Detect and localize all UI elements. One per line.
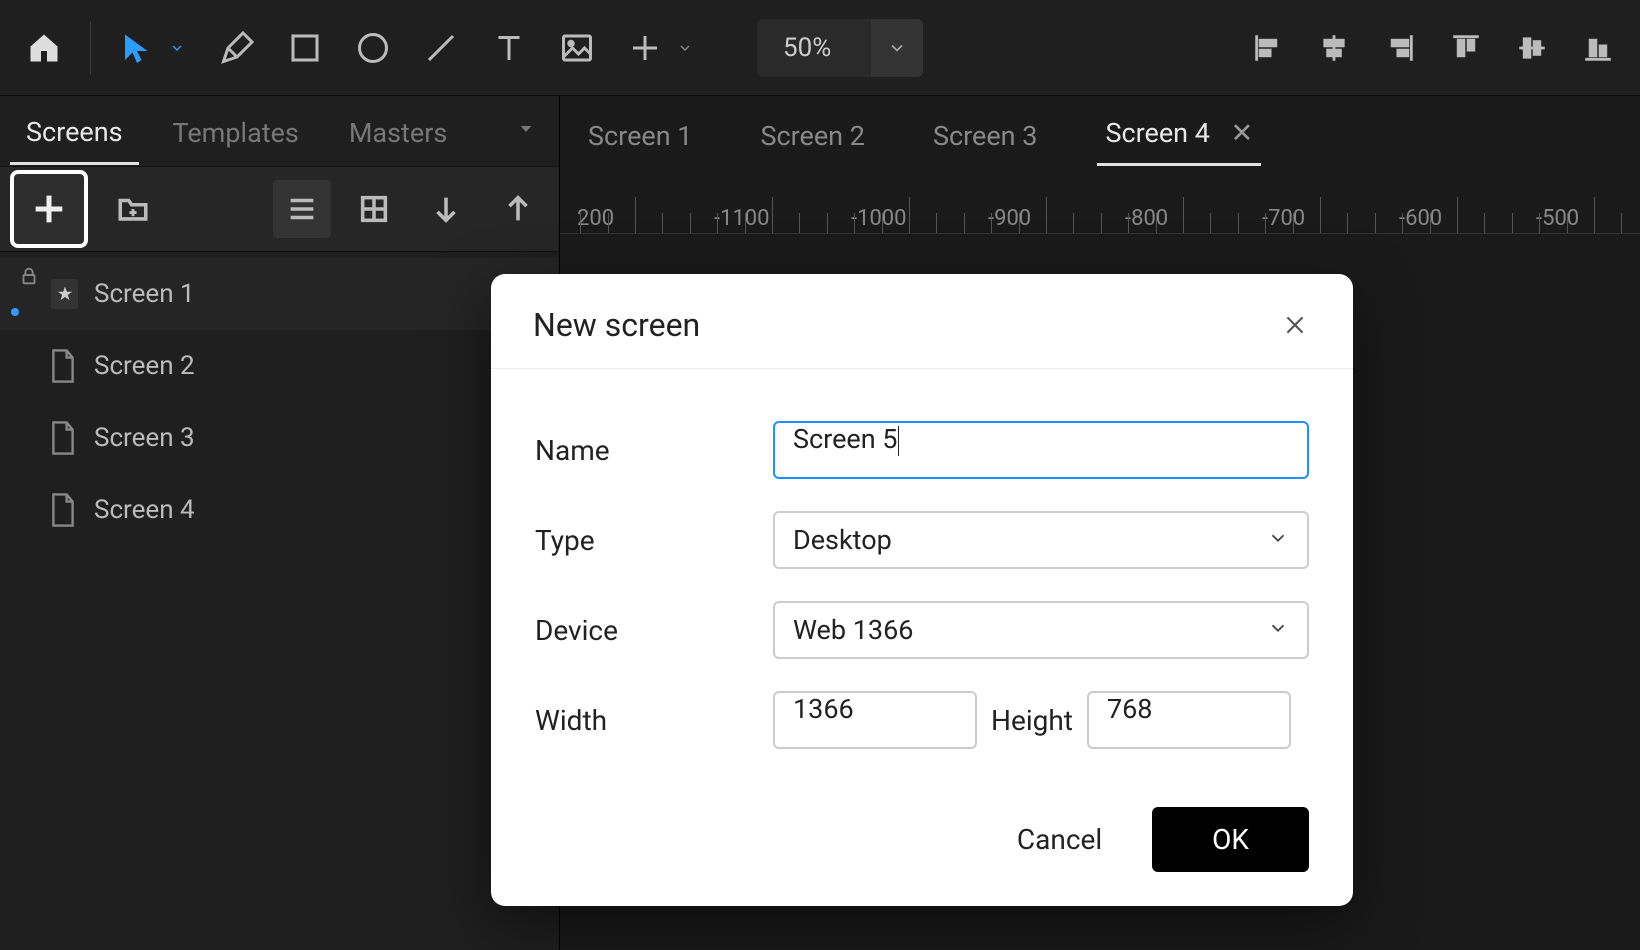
ruler-label: -600: [1399, 206, 1442, 231]
screen-name: Screen 3: [94, 423, 195, 453]
ruler-label: -800: [1125, 206, 1168, 231]
type-label: Type: [535, 524, 773, 557]
document-icon: [48, 348, 78, 384]
line-tool[interactable]: [409, 16, 473, 80]
height-input[interactable]: 768: [1087, 691, 1291, 749]
sort-down-button[interactable]: [417, 180, 475, 238]
width-input[interactable]: 1366: [773, 691, 977, 749]
height-label: Height: [991, 704, 1073, 737]
document-icon: [48, 492, 78, 528]
home-button[interactable]: [12, 16, 76, 80]
canvas-tab[interactable]: Screen 1: [580, 106, 700, 166]
ellipse-tool[interactable]: [341, 16, 405, 80]
align-bottom-button[interactable]: [1568, 18, 1628, 78]
ruler-label: -500: [1536, 206, 1579, 231]
top-toolbar: 50%: [0, 0, 1640, 96]
dialog-close-button[interactable]: [1279, 309, 1311, 341]
align-left-button[interactable]: [1238, 18, 1298, 78]
pen-tool[interactable]: [205, 16, 269, 80]
sidebar-tabs-dropdown[interactable]: [517, 120, 549, 142]
dialog-title: New screen: [533, 306, 700, 344]
screen-name: Screen 2: [94, 351, 195, 381]
text-tool[interactable]: [477, 16, 541, 80]
screen-item[interactable]: Screen 3: [0, 402, 559, 474]
align-group: [1238, 18, 1628, 78]
add-screen-button[interactable]: [10, 170, 88, 248]
add-tool-dropdown[interactable]: [677, 40, 693, 56]
device-select[interactable]: Web 1366: [773, 601, 1309, 659]
screen-name: Screen 1: [94, 279, 195, 309]
close-tab-icon[interactable]: ✕: [1231, 117, 1254, 149]
list-view-button[interactable]: [273, 180, 331, 238]
document-icon: [48, 420, 78, 456]
ruler-label: -700: [1262, 206, 1305, 231]
zoom-control[interactable]: 50%: [757, 19, 923, 77]
add-tool[interactable]: [613, 16, 677, 80]
align-center-h-button[interactable]: [1304, 18, 1364, 78]
ruler: 200-1100-1000-900-800-700-600-500: [560, 166, 1640, 234]
sort-up-button[interactable]: [489, 180, 547, 238]
ruler-label: -1100: [714, 206, 770, 231]
grid-view-button[interactable]: [345, 180, 403, 238]
screen-item[interactable]: Screen 2: [0, 330, 559, 402]
zoom-dropdown[interactable]: [871, 19, 923, 77]
rectangle-tool[interactable]: [273, 16, 337, 80]
name-input[interactable]: Screen 5: [773, 421, 1309, 479]
add-folder-button[interactable]: [104, 180, 162, 238]
chevron-down-icon: [1267, 524, 1289, 556]
width-label: Width: [535, 704, 773, 737]
sidebar: Screens Templates Masters: [0, 96, 560, 950]
screens-list: Screen 1 Screen 2 Screen 3 Screen 4: [0, 252, 559, 546]
screen-item[interactable]: Screen 1: [0, 258, 559, 330]
sidebar-tab-screens[interactable]: Screens: [10, 98, 139, 165]
ruler-label: -1000: [851, 206, 907, 231]
align-right-button[interactable]: [1370, 18, 1430, 78]
align-top-button[interactable]: [1436, 18, 1496, 78]
select-tool-dropdown[interactable]: [169, 40, 185, 56]
star-icon[interactable]: [51, 279, 78, 309]
canvas-tab[interactable]: Screen 2: [752, 106, 872, 166]
zoom-value[interactable]: 50%: [757, 33, 871, 63]
type-select[interactable]: Desktop: [773, 511, 1309, 569]
new-screen-dialog: New screen Name Screen 5 Type Desktop De…: [491, 274, 1353, 906]
cancel-button[interactable]: Cancel: [989, 809, 1130, 870]
device-label: Device: [535, 614, 773, 647]
chevron-down-icon: [1267, 614, 1289, 646]
canvas-tab[interactable]: Screen 4 ✕: [1097, 103, 1261, 166]
screen-item[interactable]: Screen 4: [0, 474, 559, 546]
sidebar-toolbar: [0, 166, 559, 252]
sidebar-tab-masters[interactable]: Masters: [333, 99, 463, 163]
align-center-v-button[interactable]: [1502, 18, 1562, 78]
sidebar-tabs: Screens Templates Masters: [0, 96, 559, 166]
toolbar-divider: [90, 21, 91, 75]
lock-icon: [18, 264, 45, 324]
canvas-tab[interactable]: Screen 3: [925, 106, 1045, 166]
image-tool[interactable]: [545, 16, 609, 80]
ok-button[interactable]: OK: [1152, 807, 1309, 872]
screen-name: Screen 4: [94, 495, 195, 525]
name-label: Name: [535, 434, 773, 467]
ruler-label: -900: [988, 206, 1031, 231]
sidebar-tab-templates[interactable]: Templates: [157, 99, 315, 163]
select-tool[interactable]: [105, 16, 169, 80]
canvas-tabs: Screen 1 Screen 2 Screen 3 Screen 4 ✕: [560, 96, 1640, 166]
